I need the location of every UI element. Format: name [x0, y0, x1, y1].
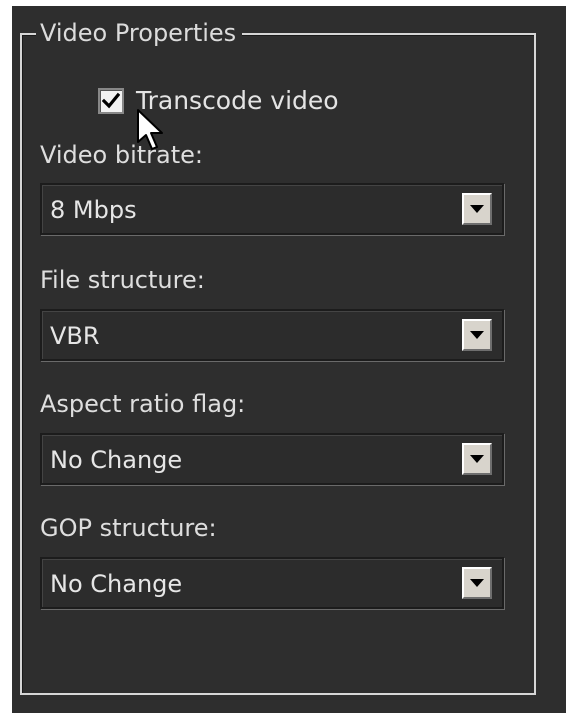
video-bitrate-value: 8 Mbps — [50, 196, 137, 224]
mouse-pointer-icon — [137, 109, 163, 150]
file-structure-dropdown-button[interactable] — [462, 319, 492, 351]
group-title: Video Properties — [36, 18, 243, 48]
dropdown-arrow-icon — [470, 579, 484, 587]
aspect-ratio-flag-select[interactable]: No Change — [40, 433, 504, 485]
check-icon — [102, 92, 120, 109]
dropdown-arrow-icon — [470, 331, 484, 339]
dropdown-arrow-icon — [470, 455, 484, 463]
aspect-ratio-flag-value: No Change — [50, 446, 183, 474]
file-structure-value: VBR — [50, 322, 100, 350]
file-structure-select[interactable]: VBR — [40, 309, 504, 361]
gop-structure-select[interactable]: No Change — [40, 557, 504, 609]
video-bitrate-select[interactable]: 8 Mbps — [40, 183, 504, 235]
file-structure-label: File structure: — [40, 266, 205, 294]
aspect-ratio-flag-dropdown-button[interactable] — [462, 443, 492, 475]
video-bitrate-label: Video bitrate: — [40, 141, 204, 169]
aspect-ratio-flag-label: Aspect ratio flag: — [40, 390, 246, 418]
transcode-video-label: Transcode video — [136, 86, 339, 115]
gop-structure-dropdown-button[interactable] — [462, 567, 492, 599]
transcode-video-checkbox[interactable] — [98, 88, 124, 114]
video-bitrate-dropdown-button[interactable] — [462, 193, 492, 225]
transcode-video-option[interactable]: Transcode video — [98, 84, 339, 118]
gop-structure-label: GOP structure: — [40, 514, 217, 542]
gop-structure-value: No Change — [50, 570, 183, 598]
dropdown-arrow-icon — [470, 205, 484, 213]
